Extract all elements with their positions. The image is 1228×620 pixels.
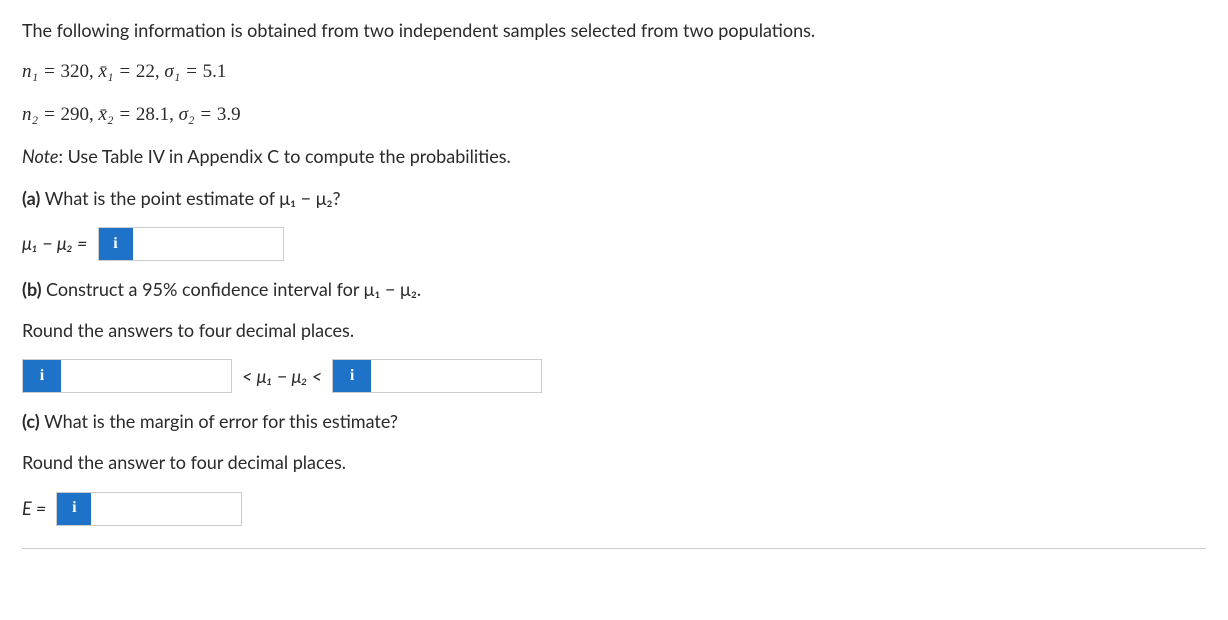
info-icon[interactable]: i: [57, 493, 91, 525]
part-b-question: (b) Construct a 95% confidence interval …: [22, 277, 1206, 302]
part-b-tag: (b): [22, 278, 46, 300]
x1-lbl: x̄₁ =: [94, 61, 136, 82]
s2-lbl: σ₂ =: [174, 104, 217, 125]
part-a-input[interactable]: [133, 228, 283, 260]
part-b-hint: Round the answers to four decimal places…: [22, 318, 1206, 343]
info-icon[interactable]: i: [99, 228, 133, 260]
s1-val: 5.1: [203, 61, 227, 82]
part-a-input-group: i: [98, 227, 284, 261]
part-a-label: μ₁ − μ₂ =: [22, 231, 88, 256]
part-c-hint: Round the answer to four decimal places.: [22, 450, 1206, 475]
s2-val: 3.9: [217, 104, 241, 125]
part-b-lower-group: i: [22, 359, 232, 393]
x2-val: 28.1,: [136, 104, 174, 125]
part-b-text: Construct a 95% confidence interval for …: [46, 278, 421, 300]
part-a-question: (a) What is the point estimate of μ₁ − μ…: [22, 186, 1206, 211]
part-b-input-row: i < μ₁ − μ₂ < i: [22, 359, 1206, 393]
part-c-tag: (c): [22, 410, 44, 432]
part-a-input-row: μ₁ − μ₂ = i: [22, 227, 1206, 261]
part-c-text: What is the margin of error for this est…: [44, 410, 398, 432]
part-c-input-row: E = i: [22, 492, 1206, 526]
note-body: : Use Table IV in Appendix C to compute …: [59, 145, 511, 167]
info-icon[interactable]: i: [333, 360, 371, 392]
sample2-line: n₂ = 290, x̄₂ = 28.1, σ₂ = 3.9: [22, 102, 1206, 129]
info-icon[interactable]: i: [23, 360, 61, 392]
part-b-mid-label: < μ₁ − μ₂ <: [242, 364, 322, 389]
part-a-tag: (a): [22, 187, 45, 209]
intro-text: The following information is obtained fr…: [22, 18, 1206, 43]
part-c-label: E =: [22, 496, 46, 521]
n1-val: 320,: [60, 61, 93, 82]
part-b-lower-input[interactable]: [61, 360, 231, 392]
note-prefix: Note: [22, 145, 59, 167]
part-a-text: What is the point estimate of μ₁ − μ₂?: [45, 187, 341, 209]
part-b-upper-input[interactable]: [371, 360, 541, 392]
n1-lhs: n₁ =: [22, 61, 60, 82]
n2-lhs: n₂ =: [22, 104, 60, 125]
separator: [22, 548, 1206, 549]
part-c-question: (c) What is the margin of error for this…: [22, 409, 1206, 434]
part-b-upper-group: i: [332, 359, 542, 393]
sample1-line: n₁ = 320, x̄₁ = 22, σ₁ = 5.1: [22, 59, 1206, 86]
part-c-input[interactable]: [91, 493, 241, 525]
part-c-input-group: i: [56, 492, 242, 526]
note-line: Note: Use Table IV in Appendix C to comp…: [22, 144, 1206, 169]
s1-lbl: σ₁ =: [160, 61, 203, 82]
n2-val: 290,: [60, 104, 93, 125]
x2-lbl: x̄₂ =: [94, 104, 136, 125]
x1-val: 22,: [136, 61, 160, 82]
